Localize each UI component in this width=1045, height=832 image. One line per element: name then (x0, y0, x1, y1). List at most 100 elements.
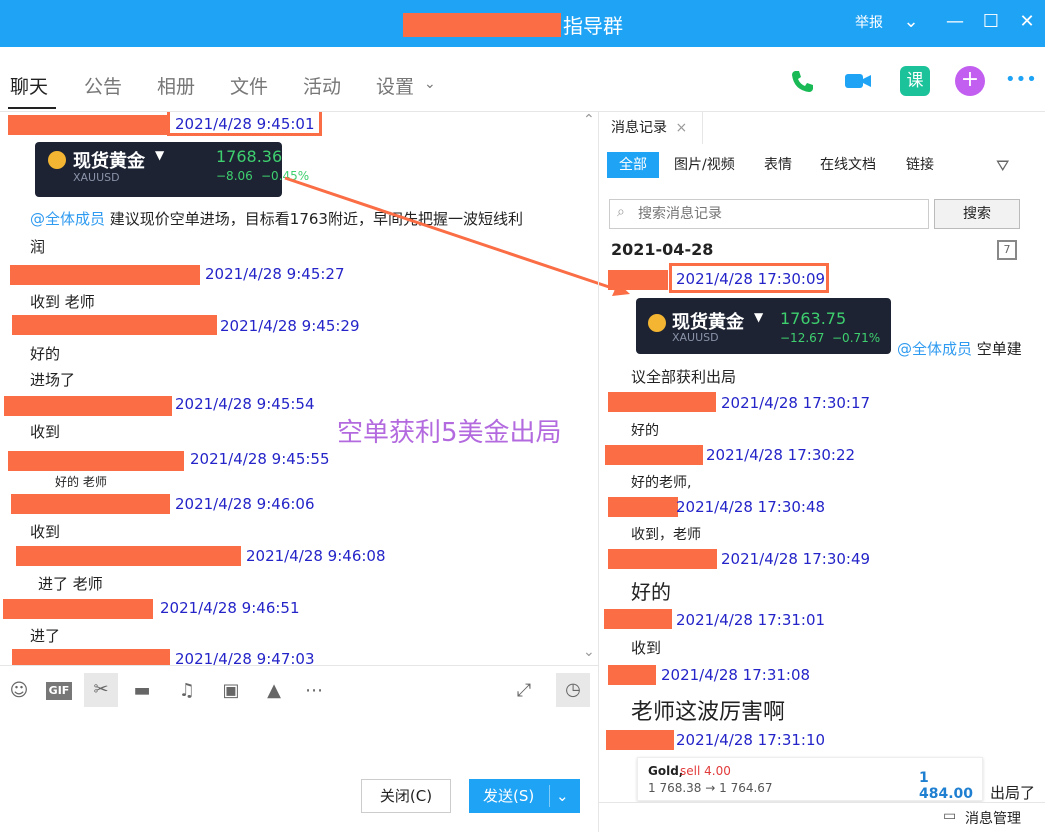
trade-side: sell 4.00 (680, 764, 731, 778)
chevron-down-icon[interactable]: ⌄ (424, 76, 436, 92)
report-link[interactable]: 举报 (855, 12, 883, 32)
group-title: 指导群 (563, 14, 623, 38)
send-button[interactable]: 发送(S) ⌄ (469, 779, 580, 813)
timestamp: 2021/4/28 9:45:27 (205, 265, 345, 283)
message-manage-link[interactable]: 消息管理 (965, 808, 1021, 828)
message-text: 进了 (30, 627, 61, 645)
search-button[interactable]: 搜索 (934, 199, 1020, 229)
message-text: @全体成员 空单建 (897, 338, 1022, 359)
redacted-sender (604, 609, 672, 629)
video-call-icon[interactable] (843, 66, 873, 96)
overlay-annotation: 空单获利5美金出局 (337, 418, 562, 448)
search-input[interactable] (638, 201, 918, 227)
message-body: 建议现价空单进场，目标看1763附近，早间先把握一波短线利 (105, 210, 523, 228)
date-header: 2021-04-28 (611, 240, 714, 259)
redacted-sender (608, 392, 716, 412)
message-manage-icon[interactable]: ▭ (943, 808, 956, 824)
timestamp: 2021/4/28 9:45:01 (175, 115, 315, 133)
filter-links[interactable]: 链接 (894, 152, 946, 178)
timestamp: 2021/4/28 9:47:03 (175, 650, 315, 665)
gold-price: 1763.75 (780, 309, 847, 328)
gif-icon[interactable]: GIF (46, 682, 72, 700)
bell-icon[interactable]: ▲ (261, 678, 287, 704)
close-icon[interactable]: ✕ (1015, 10, 1039, 34)
more-tools-icon[interactable]: ⋯ (301, 678, 327, 704)
redacted-sender (608, 497, 678, 517)
redacted-sender (10, 265, 200, 285)
tab-settings[interactable]: 设置 (376, 72, 414, 99)
add-app-icon[interactable]: + (955, 66, 985, 96)
timestamp: 2021/4/28 17:31:10 (676, 731, 826, 749)
redacted-sender (8, 115, 168, 135)
gold-quote-card[interactable]: 现货黄金 ▼ XAUUSD 1768.36 −8.06 −0.45% (35, 142, 309, 197)
message-body: 空单建 (972, 340, 1022, 358)
gold-coin-icon (648, 314, 666, 332)
mention-all[interactable]: @全体成员 (30, 210, 105, 228)
image-icon[interactable]: ▣ (218, 678, 244, 704)
chevron-down-icon[interactable]: ⌄ (899, 10, 923, 34)
tab-notice[interactable]: 公告 (84, 72, 122, 99)
message-text: 进了 老师 (38, 575, 103, 593)
nav-tabs: 聊天 公告 相册 文件 活动 设置 ⌄ 课 + ••• (0, 47, 1045, 112)
redacted-sender (11, 494, 170, 514)
mention-all[interactable]: @全体成员 (897, 340, 972, 358)
chat-messages: 2021/4/28 9:45:01 ⌃ 现货黄金 ▼ XAUUSD 1768.3… (0, 112, 598, 665)
gold-quote-card[interactable]: 现货黄金 ▼ XAUUSD 1763.75 −12.67 −0.71% (636, 298, 891, 354)
expand-icon[interactable]: ⤢ (511, 678, 537, 704)
gold-symbol: XAUUSD (672, 331, 719, 344)
gold-price: 1768.36 (216, 147, 283, 166)
calendar-icon[interactable]: 7 (997, 240, 1017, 260)
maximize-icon[interactable]: ☐ (979, 10, 1003, 34)
tab-message-history[interactable]: 消息记录 × (599, 112, 703, 144)
redacted-sender (608, 549, 717, 569)
gold-change-pct: −0.71% (832, 331, 881, 345)
timestamp: 2021/4/28 9:45:55 (190, 450, 330, 468)
scissors-icon[interactable]: ✂ (84, 673, 118, 707)
history-clock-icon[interactable]: ◷ (556, 673, 590, 707)
message-text: 好的 (631, 580, 671, 604)
collapse-up-icon[interactable]: ⌃ (583, 112, 595, 128)
tab-activity[interactable]: 活动 (303, 72, 341, 99)
filter-stickers[interactable]: 表情 (752, 152, 804, 178)
tab-album[interactable]: 相册 (157, 72, 195, 99)
timestamp: 2021/4/28 17:30:48 (676, 498, 826, 516)
input-toolbar: ☺ GIF ✂ ▬ ♫ ▣ ▲ ⋯ ⤢ ◷ (0, 665, 598, 715)
chevron-down-icon: ▼ (754, 310, 764, 324)
filter-docs[interactable]: 在线文档 (808, 152, 888, 178)
tab-label: 消息记录 (611, 120, 667, 136)
gold-name: 现货黄金 (73, 151, 145, 172)
message-text: 好的 (631, 423, 659, 439)
folder-icon[interactable]: ▬ (129, 678, 155, 704)
chevron-down-icon[interactable]: ⌄ (556, 779, 569, 813)
message-text: 好的 (30, 345, 61, 363)
message-text: 润 (30, 238, 46, 256)
panel-footer: ▭ 消息管理 (599, 802, 1045, 832)
more-icon[interactable]: ••• (1005, 69, 1037, 90)
timestamp: 2021/4/28 9:46:06 (175, 495, 315, 513)
close-icon[interactable]: × (675, 120, 687, 136)
emoji-icon[interactable]: ☺ (6, 678, 32, 704)
phone-icon[interactable] (787, 66, 817, 96)
tab-files[interactable]: 文件 (230, 72, 268, 99)
timestamp: 2021/4/28 17:30:17 (721, 394, 871, 412)
filter-media[interactable]: 图片/视频 (662, 152, 747, 178)
redacted-sender (12, 315, 217, 335)
music-icon[interactable]: ♫ (174, 678, 200, 704)
collapse-down-icon[interactable]: ⌄ (583, 644, 595, 660)
close-button[interactable]: 关闭(C) (361, 779, 451, 813)
tab-chat[interactable]: 聊天 (10, 72, 48, 99)
message-text: 收到 老师 (30, 293, 95, 311)
trade-result-card[interactable]: Gold, sell 4.00 1 768.38 → 1 764.67 1 48… (637, 757, 983, 802)
search-box[interactable]: ⌕ (609, 199, 929, 229)
timestamp: 2021/4/28 9:45:29 (220, 317, 360, 335)
class-icon[interactable]: 课 (900, 66, 930, 96)
active-tab-underline (8, 107, 56, 109)
filter-all[interactable]: 全部 (607, 152, 659, 178)
redacted-sender (605, 445, 703, 465)
timestamp: 2021/4/28 9:46:08 (246, 547, 386, 565)
timestamp: 2021/4/28 17:30:09 (676, 270, 826, 288)
redacted-sender (608, 665, 656, 685)
minimize-icon[interactable]: — (943, 10, 967, 34)
filter-icon[interactable]: ⛛ (996, 156, 1009, 176)
chevron-down-icon: ▼ (155, 148, 165, 162)
